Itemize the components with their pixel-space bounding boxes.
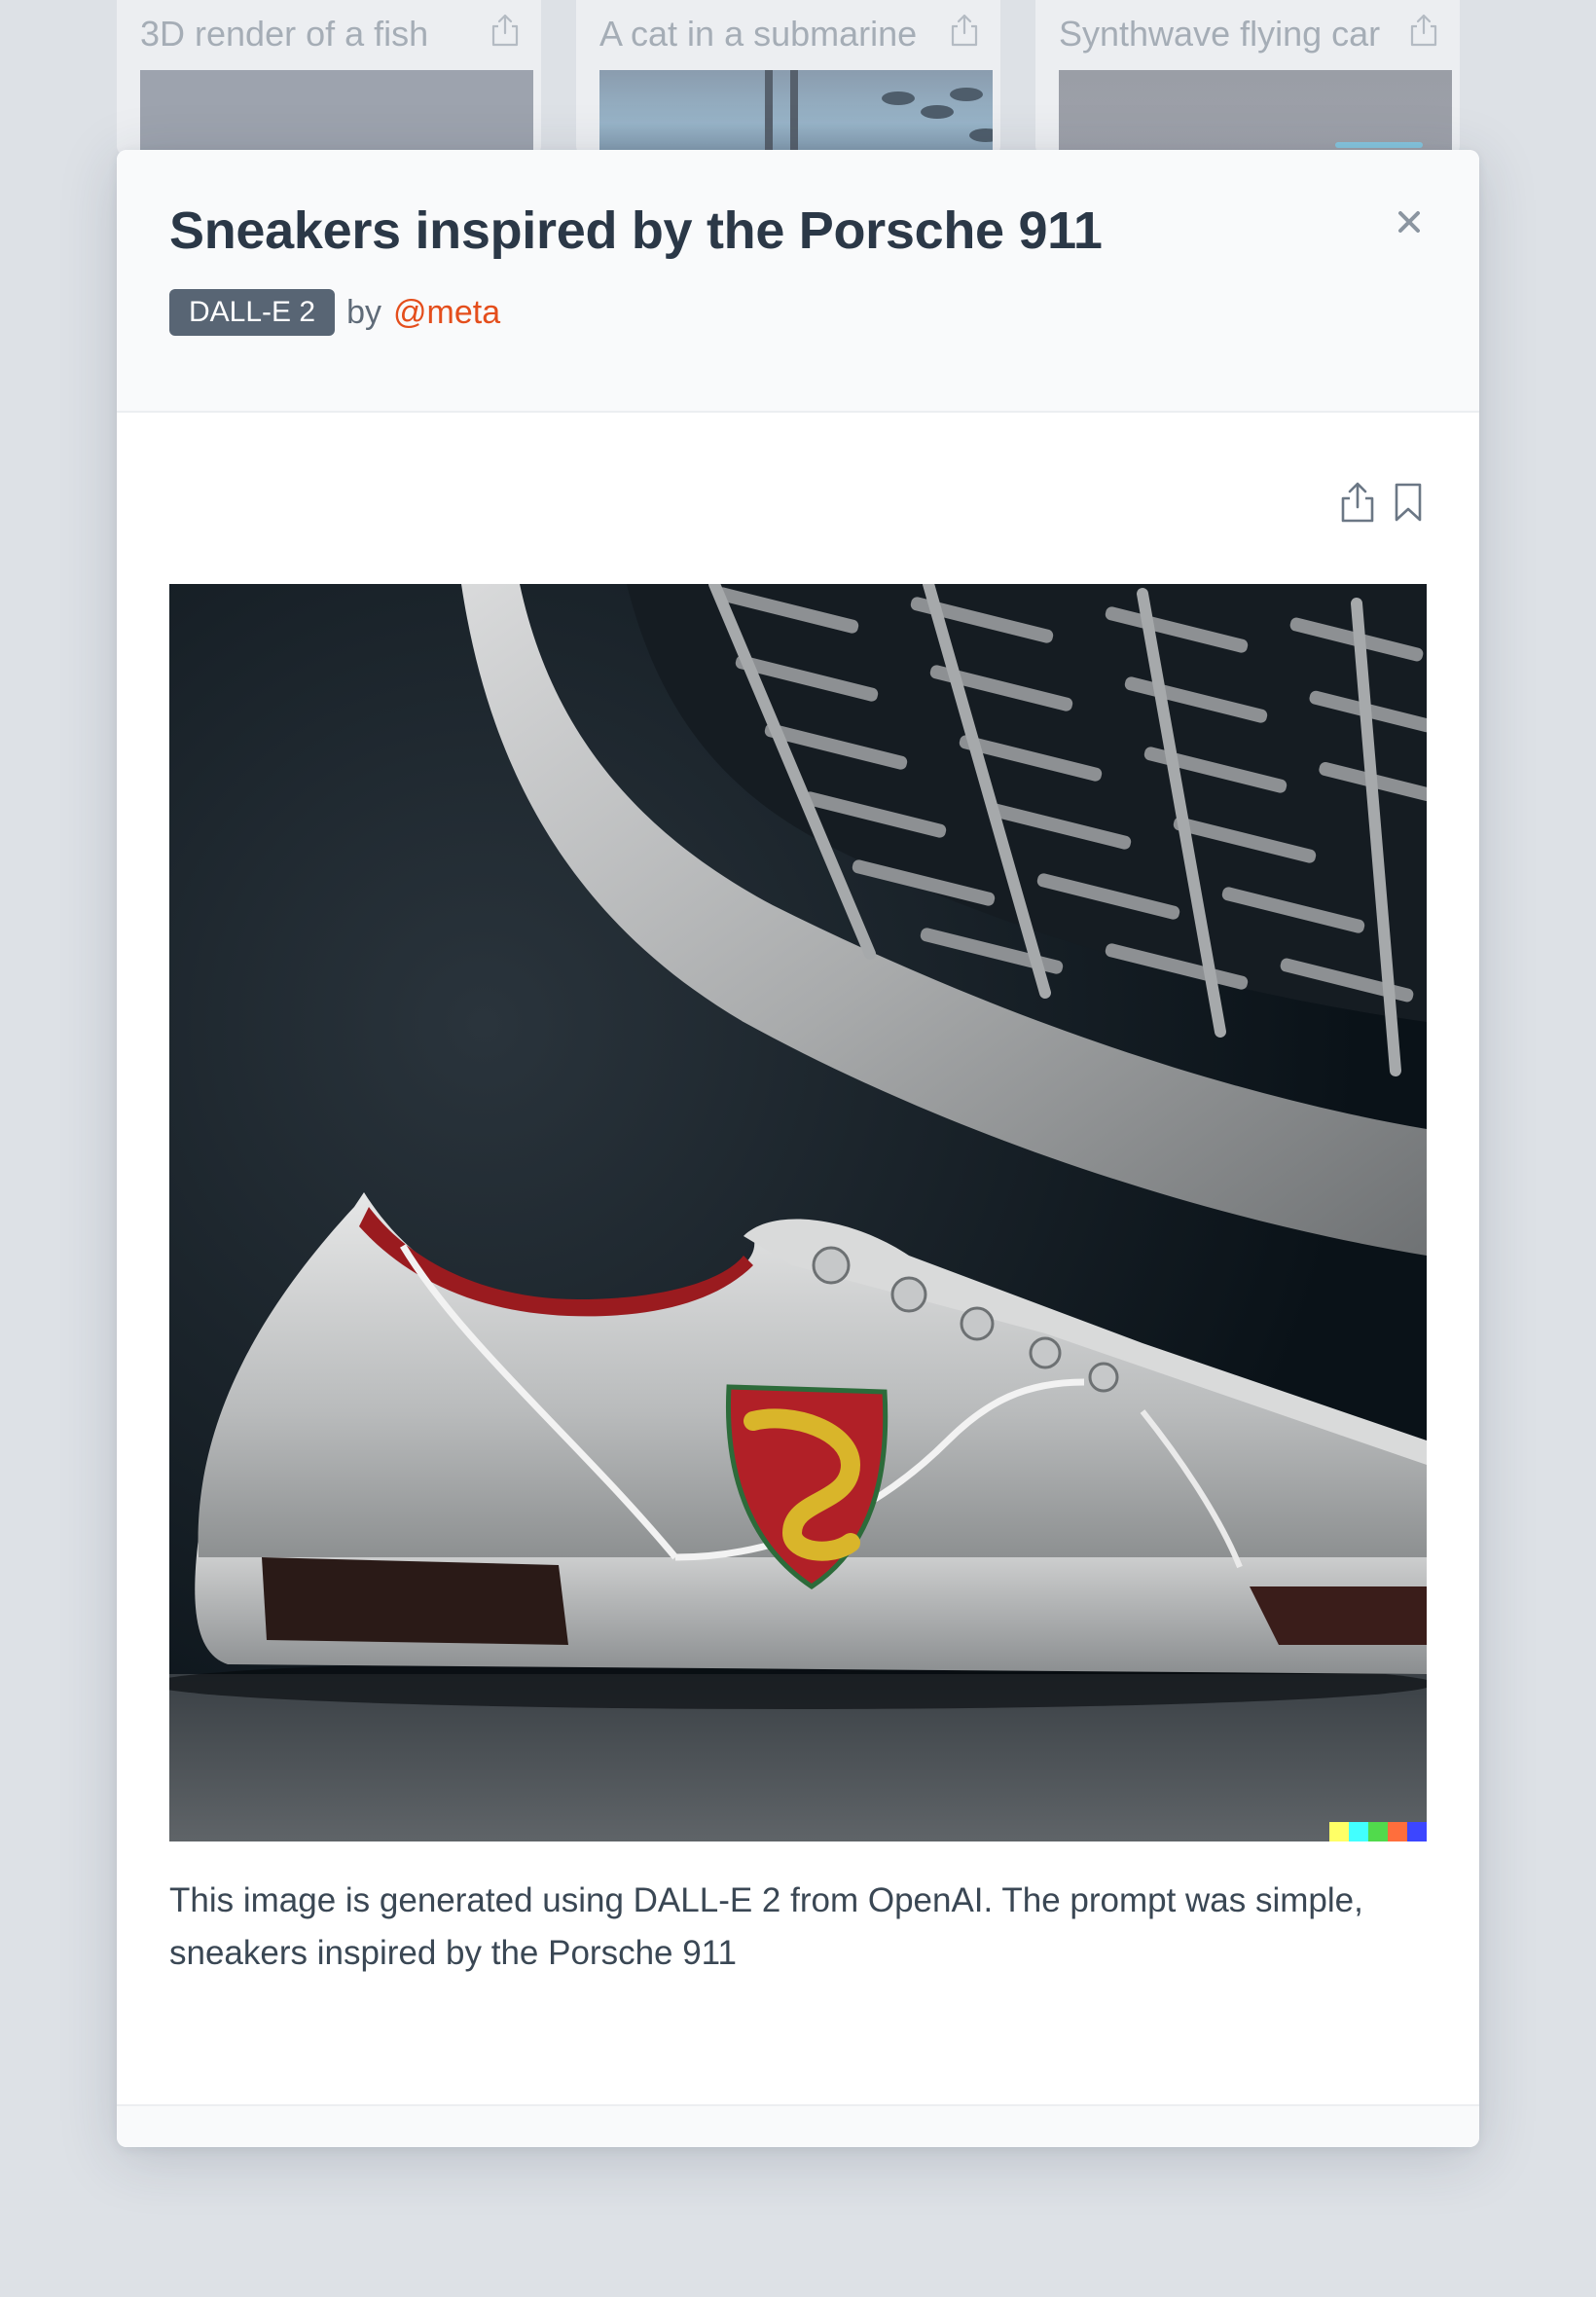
modal-footer	[117, 2104, 1479, 2147]
gallery-card-thumbnail	[599, 70, 993, 158]
share-icon	[490, 14, 520, 47]
gallery-card-title: 3D render of a fish	[140, 14, 429, 54]
image-meta: DALL-E 2 by @meta	[169, 288, 500, 337]
gallery-card-thumbnail	[1059, 70, 1452, 158]
close-icon	[1398, 211, 1420, 233]
gallery-card-thumbnail	[140, 70, 533, 158]
bookmark-icon[interactable]	[1390, 481, 1427, 524]
generated-image	[169, 584, 1427, 1841]
share-icon	[1409, 14, 1438, 47]
close-button[interactable]	[1392, 204, 1427, 239]
modal-header: Sneakers inspired by the Porsche 911 DAL…	[117, 150, 1479, 413]
by-label: by	[346, 293, 381, 331]
share-icon	[950, 14, 979, 47]
gallery-card-title: Synthwave flying car	[1059, 14, 1381, 54]
image-actions	[1339, 481, 1427, 524]
author-link[interactable]: @meta	[393, 294, 500, 332]
image-detail-modal: Sneakers inspired by the Porsche 911 DAL…	[117, 150, 1479, 2147]
image-description: This image is generated using DALL-E 2 f…	[169, 1881, 1363, 1972]
model-badge: DALL-E 2	[169, 289, 336, 336]
gallery-card: A cat in a submarine	[576, 0, 1000, 158]
gallery-card: 3D render of a fish	[117, 0, 541, 158]
gallery-card: Synthwave flying car	[1035, 0, 1460, 158]
gallery-card-title: A cat in a submarine	[599, 14, 918, 54]
share-icon[interactable]	[1339, 481, 1376, 524]
modal-title: Sneakers inspired by the Porsche 911	[169, 201, 1103, 260]
